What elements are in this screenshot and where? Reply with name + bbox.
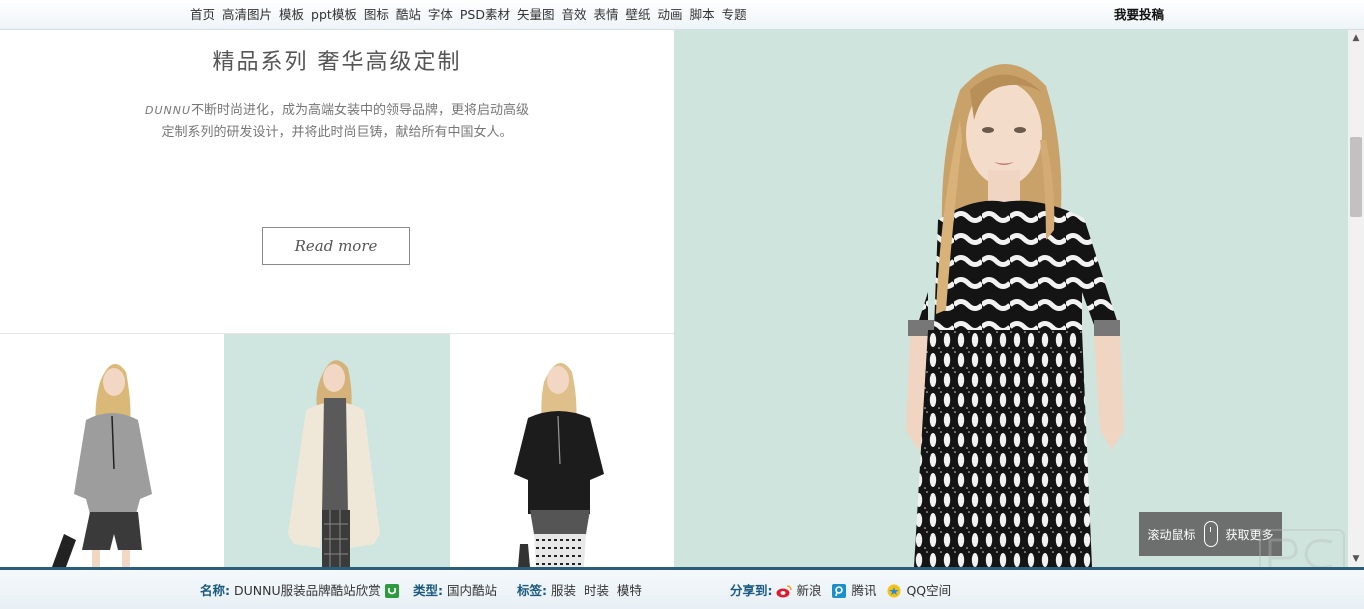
nav-hd-images[interactable]: 高清图片: [222, 6, 272, 24]
scroll-down-arrow-icon[interactable]: ▼: [1348, 551, 1364, 567]
nav-templates[interactable]: 模板: [279, 6, 304, 24]
mouse-icon: [1203, 521, 1218, 547]
nav-home[interactable]: 首页: [190, 6, 215, 24]
nav-vector[interactable]: 矢量图: [517, 6, 555, 24]
desc-line-2: 定制系列的研发设计，并将此时尚巨铸，献给所有中国女人。: [161, 125, 513, 140]
product-thumb-black-top[interactable]: [450, 334, 674, 567]
contribute-link[interactable]: 我要投稿: [1114, 6, 1164, 24]
hero-text-panel: 精品系列 奢华高级定制 DUNNU不断时尚进化，成为高端女装中的领导品牌，更将启…: [0, 30, 674, 333]
share-tencent[interactable]: 腾讯: [851, 583, 876, 598]
vertical-scrollbar[interactable]: ▲ ▼: [1348, 30, 1364, 567]
nav-topics[interactable]: 专题: [722, 6, 747, 24]
nav-cool-sites[interactable]: 酷站: [396, 6, 421, 24]
nav-sound[interactable]: 音效: [562, 6, 587, 24]
tag-item[interactable]: 时装: [584, 583, 609, 598]
scrollbar-thumb[interactable]: [1350, 137, 1362, 217]
site-name[interactable]: DUNNU服装品牌酷站欣赏: [234, 583, 381, 598]
footer-share: 分享到: 新浪 腾讯 QQ空间: [730, 583, 951, 599]
model-black-top-image: [514, 363, 604, 567]
tag-item[interactable]: 模特: [617, 583, 642, 598]
nav-ppt-templates[interactable]: ppt模板: [311, 6, 357, 24]
nav-animation[interactable]: 动画: [658, 6, 683, 24]
nav-fonts[interactable]: 字体: [428, 6, 453, 24]
share-label: 分享到:: [730, 583, 773, 598]
scroll-up-arrow-icon[interactable]: ▲: [1348, 30, 1364, 46]
nav-scripts[interactable]: 脚本: [690, 6, 715, 24]
model-patterned-dress-image: [906, 63, 1124, 567]
product-thumbnails: [0, 334, 674, 567]
product-thumb-grey-sweater[interactable]: [0, 334, 224, 567]
model-grey-sweater-image: [52, 364, 152, 567]
nav-emoji[interactable]: 表情: [594, 6, 619, 24]
main-nav: 首页 高清图片 模板 ppt模板 图标 酷站 字体 PSD素材 矢量图 音效 表…: [190, 6, 754, 24]
share-qzone[interactable]: QQ空间: [906, 583, 951, 598]
site-preview: 精品系列 奢华高级定制 DUNNU不断时尚进化，成为高端女装中的领导品牌，更将启…: [0, 30, 1348, 567]
hero-description: DUNNU不断时尚进化，成为高端女装中的领导品牌，更将启动高级 定制系列的研发设…: [130, 100, 544, 144]
tags-label: 标签:: [517, 583, 547, 598]
hero-title: 精品系列 奢华高级定制: [212, 50, 462, 75]
footer-type: 类型: 国内酷站: [413, 583, 497, 599]
nav-wallpaper[interactable]: 壁纸: [626, 6, 651, 24]
weibo-icon[interactable]: [776, 584, 793, 598]
qzone-icon[interactable]: [886, 584, 902, 598]
desc-line-1: 不断时尚进化，成为高端女装中的领导品牌，更将启动高级: [191, 103, 530, 118]
share-weibo[interactable]: 新浪: [796, 583, 821, 598]
type-label: 类型:: [413, 583, 443, 598]
favorite-icon[interactable]: [384, 584, 399, 598]
model-cream-coat-image: [288, 360, 380, 567]
footer-name: 名称: DUNNU服装品牌酷站欣赏: [200, 583, 399, 599]
info-footer: 名称: DUNNU服装品牌酷站欣赏 类型: 国内酷站 标签: 服装 时装 模特 …: [0, 567, 1364, 609]
nav-psd[interactable]: PSD素材: [460, 6, 510, 24]
nav-icons[interactable]: 图标: [364, 6, 389, 24]
brand-name: DUNNU: [144, 104, 191, 117]
product-thumb-cream-coat[interactable]: [224, 334, 450, 567]
footer-tags: 标签: 服装 时装 模特: [517, 583, 642, 599]
site-type[interactable]: 国内酷站: [447, 583, 497, 598]
scroll-hint-left: 滚动鼠标: [1147, 527, 1196, 542]
name-label: 名称:: [200, 583, 230, 598]
hero-model-photo: [674, 30, 1348, 567]
tencent-weibo-icon[interactable]: [831, 584, 847, 598]
read-more-button[interactable]: Read more: [262, 227, 410, 265]
tag-item[interactable]: 服装: [551, 583, 576, 598]
top-navbar: 首页 高清图片 模板 ppt模板 图标 酷站 字体 PSD素材 矢量图 音效 表…: [0, 0, 1364, 30]
